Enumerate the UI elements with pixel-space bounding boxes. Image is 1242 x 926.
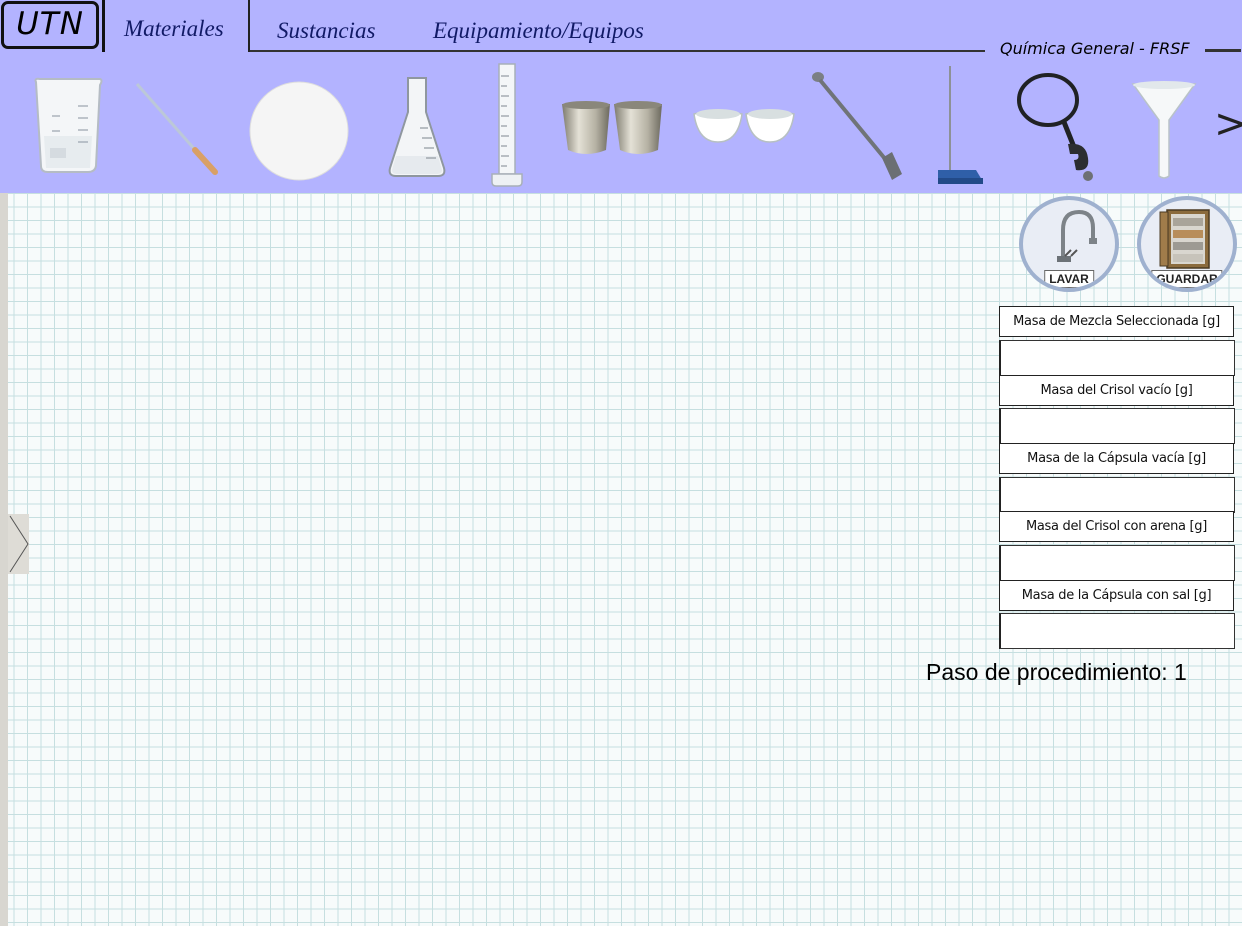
evaporating-dishes-icon[interactable]	[692, 106, 796, 148]
filter-paper-icon[interactable]	[248, 80, 350, 182]
funnel-icon[interactable]	[1131, 80, 1197, 180]
side-panel-toggle[interactable]	[8, 514, 29, 574]
mixture-mass-label: Masa de Mezcla Seleccionada [g]	[999, 306, 1234, 337]
tab-sustancias[interactable]: Sustancias	[277, 18, 375, 44]
crucibles-icon[interactable]	[560, 100, 666, 160]
dish-salt-mass-label: Masa de la Cápsula con sal [g]	[999, 580, 1234, 611]
empty-crucible-mass-label: Masa del Crisol vacío [g]	[999, 375, 1234, 406]
empty-dish-mass-label: Masa de la Cápsula vacía [g]	[999, 443, 1234, 474]
procedure-step: Paso de procedimiento: 1	[926, 659, 1187, 685]
dish-salt-mass-input[interactable]	[999, 613, 1235, 649]
tab-baseline	[250, 50, 985, 52]
chevron-right-icon	[9, 515, 29, 573]
wash-button[interactable]: LAVAR	[1019, 196, 1119, 292]
tab-equipamiento[interactable]: Equipamiento/Equipos	[433, 18, 644, 44]
ring-clamp-icon[interactable]	[1014, 72, 1100, 184]
crucible-sand-mass-input[interactable]	[999, 545, 1235, 581]
erlenmeyer-flask-icon[interactable]	[386, 76, 448, 180]
beaker-icon[interactable]	[30, 76, 106, 176]
next-tools-arrow[interactable]: >	[1214, 104, 1242, 144]
left-rail	[0, 193, 8, 926]
wash-label: LAVAR	[1044, 270, 1094, 288]
save-button[interactable]: GUARDAR	[1137, 196, 1237, 292]
utn-logo: UTN	[1, 1, 99, 49]
tab-divider	[248, 0, 250, 52]
ring-stand-icon[interactable]	[936, 64, 986, 188]
empty-crucible-mass-input[interactable]	[999, 408, 1235, 444]
mixture-mass-input[interactable]	[999, 340, 1235, 376]
spatula-icon[interactable]	[810, 70, 904, 182]
crucible-sand-mass-label: Masa del Crisol con arena [g]	[999, 511, 1234, 542]
course-title: Química General - FRSF	[1000, 39, 1190, 58]
tab-materiales[interactable]: Materiales	[124, 16, 224, 42]
save-label: GUARDAR	[1151, 270, 1223, 288]
empty-dish-mass-input[interactable]	[999, 477, 1235, 513]
toolbar-header: UTN Materiales Sustancias Equipamiento/E…	[0, 0, 1242, 193]
tab-baseline-end	[1205, 49, 1241, 52]
logo-divider	[102, 0, 105, 52]
pipette-icon[interactable]	[133, 80, 219, 176]
graduated-cylinder-icon[interactable]	[488, 62, 526, 188]
